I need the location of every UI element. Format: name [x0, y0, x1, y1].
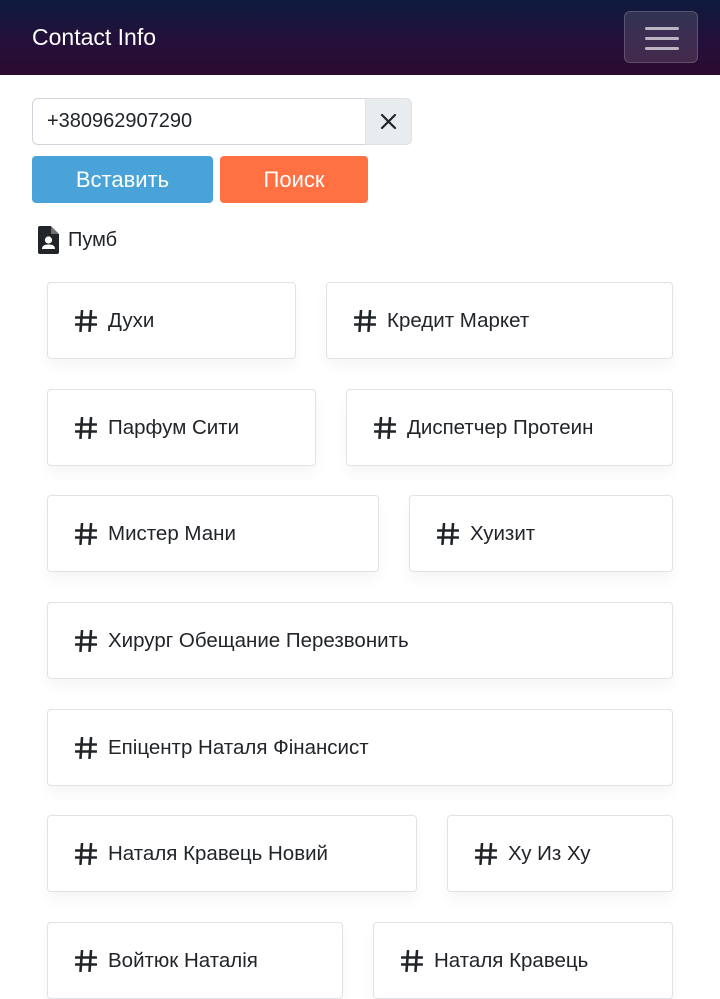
- hashtag-icon: [401, 950, 423, 972]
- tag-label: Диспетчер Протеин: [407, 416, 594, 439]
- hashtag-icon: [374, 417, 396, 439]
- tag-label: Духи: [108, 309, 155, 332]
- tag-label: Наталя Кравець: [434, 949, 589, 972]
- hashtag-icon: [75, 950, 97, 972]
- navbar-toggler-button[interactable]: [624, 11, 698, 63]
- tag-item[interactable]: Диспетчер Протеин: [346, 389, 673, 466]
- hashtag-icon: [354, 310, 376, 332]
- tag-label: Кредит Маркет: [387, 309, 530, 332]
- tag-item[interactable]: Епіцентр Наталя Фінансист: [47, 709, 673, 786]
- hashtag-icon: [437, 523, 459, 545]
- tag-label: Войтюк Наталія: [108, 949, 258, 972]
- contact-name-row: Пумб: [36, 226, 117, 254]
- hashtag-icon: [75, 630, 97, 652]
- close-icon: [380, 113, 397, 130]
- search-button[interactable]: Поиск: [220, 156, 368, 203]
- tag-item[interactable]: Войтюк Наталія: [47, 922, 343, 999]
- phone-search-input[interactable]: [32, 98, 366, 145]
- clear-input-button[interactable]: [365, 98, 412, 145]
- tag-item[interactable]: Наталя Кравець: [373, 922, 673, 999]
- tag-item[interactable]: Ху Из Ху: [447, 815, 673, 892]
- tag-label: Мистер Мани: [108, 522, 236, 545]
- hashtag-icon: [75, 523, 97, 545]
- hashtag-icon: [75, 843, 97, 865]
- tag-item[interactable]: Духи: [47, 282, 296, 359]
- tag-item[interactable]: Наталя Кравець Новий: [47, 815, 417, 892]
- navbar-brand[interactable]: Contact Info: [32, 22, 156, 52]
- hashtag-icon: [75, 737, 97, 759]
- tag-item[interactable]: Мистер Мани: [47, 495, 379, 572]
- insert-button[interactable]: Вставить: [32, 156, 213, 203]
- tag-item[interactable]: Парфум Сити: [47, 389, 316, 466]
- tag-label: Парфум Сити: [108, 416, 240, 439]
- hashtag-icon: [475, 843, 497, 865]
- navbar: Contact Info: [0, 0, 720, 75]
- tag-label: Ху Из Ху: [508, 842, 591, 865]
- tag-label: Хирург Обещание Перезвонить: [108, 629, 409, 652]
- contact-name: Пумб: [68, 228, 118, 251]
- tag-item[interactable]: Хуизит: [409, 495, 673, 572]
- hashtag-icon: [75, 310, 97, 332]
- contact-file-icon: [38, 226, 59, 254]
- tag-item[interactable]: Кредит Маркет: [326, 282, 673, 359]
- tag-item[interactable]: Хирург Обещание Перезвонить: [47, 602, 673, 679]
- tag-label: Наталя Кравець Новий: [108, 842, 328, 865]
- hashtag-icon: [75, 417, 97, 439]
- tag-label: Епіцентр Наталя Фінансист: [108, 736, 369, 759]
- tag-label: Хуизит: [470, 522, 536, 545]
